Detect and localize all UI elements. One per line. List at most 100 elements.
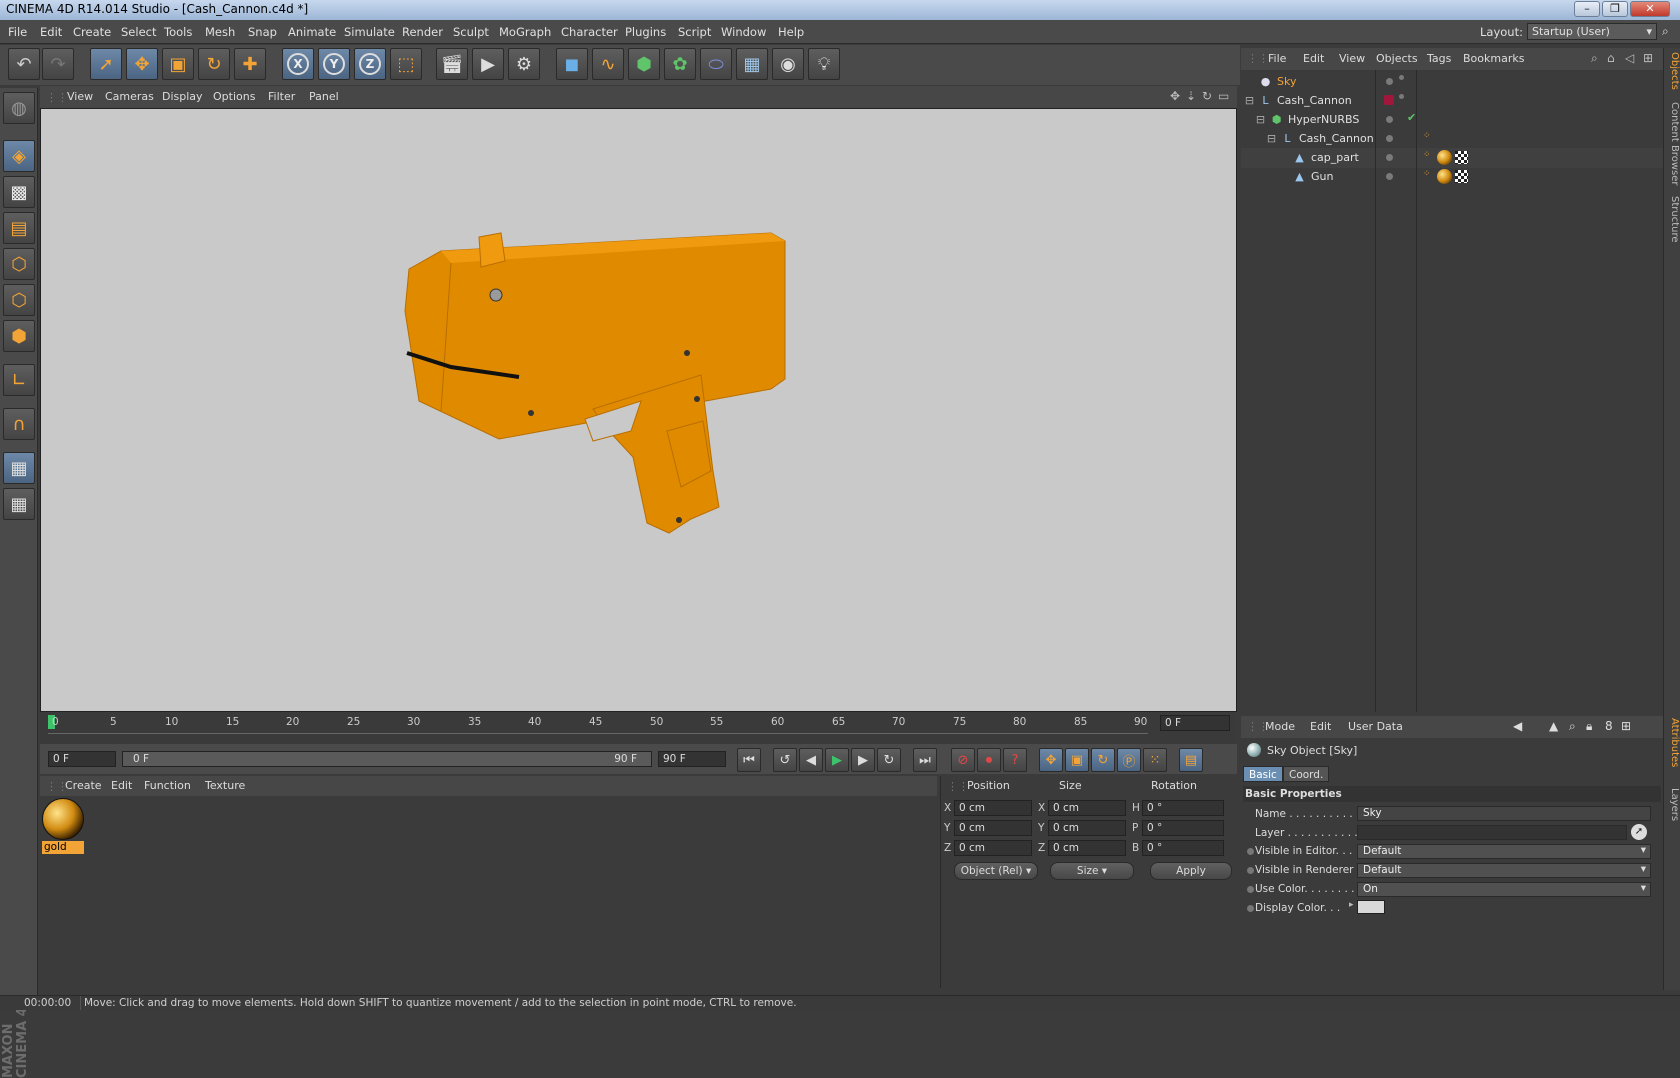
recent-tools-button[interactable]: ✚ [234,48,266,80]
up-arrow-icon[interactable]: ▲ [1549,719,1558,733]
position-y-field[interactable]: 0 cm [954,820,1032,836]
workplane-align-button[interactable]: ▦ [3,488,35,520]
lock-icon[interactable]: 🔒︎ [1586,719,1592,734]
menu-animate[interactable]: Animate [288,25,336,39]
expand-arrow-icon[interactable]: ▸ [1349,900,1354,910]
record-button[interactable]: ⊘ [951,748,975,772]
menu-mograph[interactable]: MoGraph [499,25,551,39]
model-mode-button[interactable]: ◈ [3,140,35,172]
tab-structure[interactable]: Structure [1665,196,1680,243]
prev-frame-button[interactable]: ◀ [799,748,823,772]
nurbs-button[interactable]: ⬢ [628,48,660,80]
tab-layers[interactable]: Layers [1665,788,1680,821]
objects-menu-edit[interactable]: Edit [1303,52,1324,65]
tab-content-browser[interactable]: Content Browser [1665,102,1680,185]
rotation-p-field[interactable]: 0 ° [1142,820,1224,836]
objects-menu-file[interactable]: File [1268,52,1286,65]
viewport-menu-options[interactable]: Options [213,90,255,103]
material-tag-icon[interactable] [1437,150,1452,165]
next-frame-button[interactable]: ▶ [851,748,875,772]
checkmark-icon[interactable]: ✔ [1407,111,1416,124]
new-panel-icon[interactable]: ⊞ [1621,719,1631,733]
range-slider[interactable]: 0 F 90 F [122,751,652,767]
spline-button[interactable]: ∿ [592,48,624,80]
menu-simulate[interactable]: Simulate [344,25,395,39]
material-menu-edit[interactable]: Edit [111,779,132,792]
object-row-cash-cannon-child[interactable]: ⊟ L Cash_Cannon ⁘ [1241,129,1663,149]
camera-button[interactable]: ◉ [772,48,804,80]
attributes-menu-user-data[interactable]: User Data [1348,720,1403,733]
minimize-button[interactable]: – [1574,1,1600,17]
material-swatch[interactable]: gold [42,798,84,856]
menu-plugins[interactable]: Plugins [625,25,666,39]
animation-dot[interactable] [1247,848,1254,855]
undo-button[interactable]: ↶ [8,48,40,80]
redo-button[interactable]: ↷ [42,48,74,80]
object-row-cap-part[interactable]: ▲ cap_part ⁘ [1241,148,1663,168]
goto-start-button[interactable]: ⏮ [737,748,761,772]
menu-render[interactable]: Render [402,25,443,39]
3d-viewport[interactable] [40,108,1237,712]
visibility-dot[interactable] [1386,173,1393,180]
material-menu-texture[interactable]: Texture [205,779,245,792]
visibility-dot[interactable] [1386,135,1393,142]
objects-menu-tags[interactable]: Tags [1427,52,1451,65]
tab-attributes[interactable]: Attributes [1665,718,1680,767]
object-row-hypernurbs[interactable]: ⊟ ⬢ HyperNURBS ✔ [1241,110,1663,130]
autokey-button[interactable]: ⏺ [977,748,1001,772]
rotate-view-icon[interactable]: ↻ [1202,89,1212,103]
prev-key-button[interactable]: ↺ [773,748,797,772]
uvw-tag-icon[interactable] [1455,170,1468,183]
display-color-swatch[interactable] [1357,900,1385,914]
layout-dropdown[interactable]: Startup (User) ▾ [1527,23,1657,40]
search-icon[interactable]: ⌕ [1662,24,1669,39]
editor-visibility-dot[interactable] [1399,94,1404,99]
start-frame-field[interactable]: 0 F [48,751,116,767]
close-button[interactable]: ✕ [1630,1,1670,17]
visibility-dot[interactable] [1386,78,1393,85]
layer-field[interactable] [1357,825,1627,840]
back-arrow-icon[interactable]: ◀ [1513,719,1522,733]
new-panel-icon[interactable]: ⊞ [1643,51,1653,65]
phong-tag-icon[interactable]: ⁘ [1423,169,1431,179]
home-icon[interactable]: ⌂ [1607,51,1615,65]
objects-menu-view[interactable]: View [1339,52,1365,65]
polygons-mode-button[interactable]: ⬢ [3,320,35,352]
rotate-tool-button[interactable]: ↻ [198,48,230,80]
make-editable-button[interactable]: ◍ [3,92,35,124]
menu-edit[interactable]: Edit [40,25,62,39]
viewport-menu-display[interactable]: Display [162,90,203,103]
key-parameter-button[interactable]: Ⓟ [1117,748,1141,772]
name-field[interactable]: Sky [1357,806,1651,821]
visibility-dot[interactable] [1386,116,1393,123]
rotation-b-field[interactable]: 0 ° [1142,840,1224,856]
tab-objects[interactable]: Objects [1665,52,1680,90]
viewport-menu-panel[interactable]: Panel [309,90,339,103]
phong-tag-icon[interactable]: ⁘ [1423,150,1431,160]
edges-mode-button[interactable]: ⬡ [3,284,35,316]
timeline-ruler[interactable]: 0 5 10 15 20 25 30 35 40 45 50 55 60 65 … [40,713,1237,743]
menu-create[interactable]: Create [73,25,111,39]
position-z-field[interactable]: 0 cm [954,840,1032,856]
search-icon[interactable]: ⌕ [1591,51,1598,66]
z-axis-button[interactable]: Z [354,48,386,80]
y-axis-button[interactable]: Y [318,48,350,80]
object-row-sky[interactable]: ● Sky [1241,72,1663,92]
end-frame-field[interactable]: 90 F [658,751,726,767]
menu-tools[interactable]: Tools [164,25,192,39]
next-key-button[interactable]: ↻ [877,748,901,772]
coordinate-system-button[interactable]: ⬚ [390,48,422,80]
visibility-dot[interactable] [1386,154,1393,161]
render-view-button[interactable]: 🎬︎ [436,48,468,80]
goto-end-button[interactable]: ⏭ [913,748,937,772]
animation-dot[interactable] [1247,905,1254,912]
objects-menu-objects[interactable]: Objects [1376,52,1418,65]
layer-color-swatch[interactable] [1384,95,1394,105]
collapse-icon[interactable]: ⊟ [1243,94,1256,107]
axis-mode-button[interactable]: ∟ [3,364,35,396]
objects-menu-bookmarks[interactable]: Bookmarks [1463,52,1524,65]
scale-tool-button[interactable]: ▣ [162,48,194,80]
points-mode-button[interactable]: ⬡ [3,248,35,280]
menu-select[interactable]: Select [121,25,156,39]
menu-file[interactable]: File [8,25,27,39]
